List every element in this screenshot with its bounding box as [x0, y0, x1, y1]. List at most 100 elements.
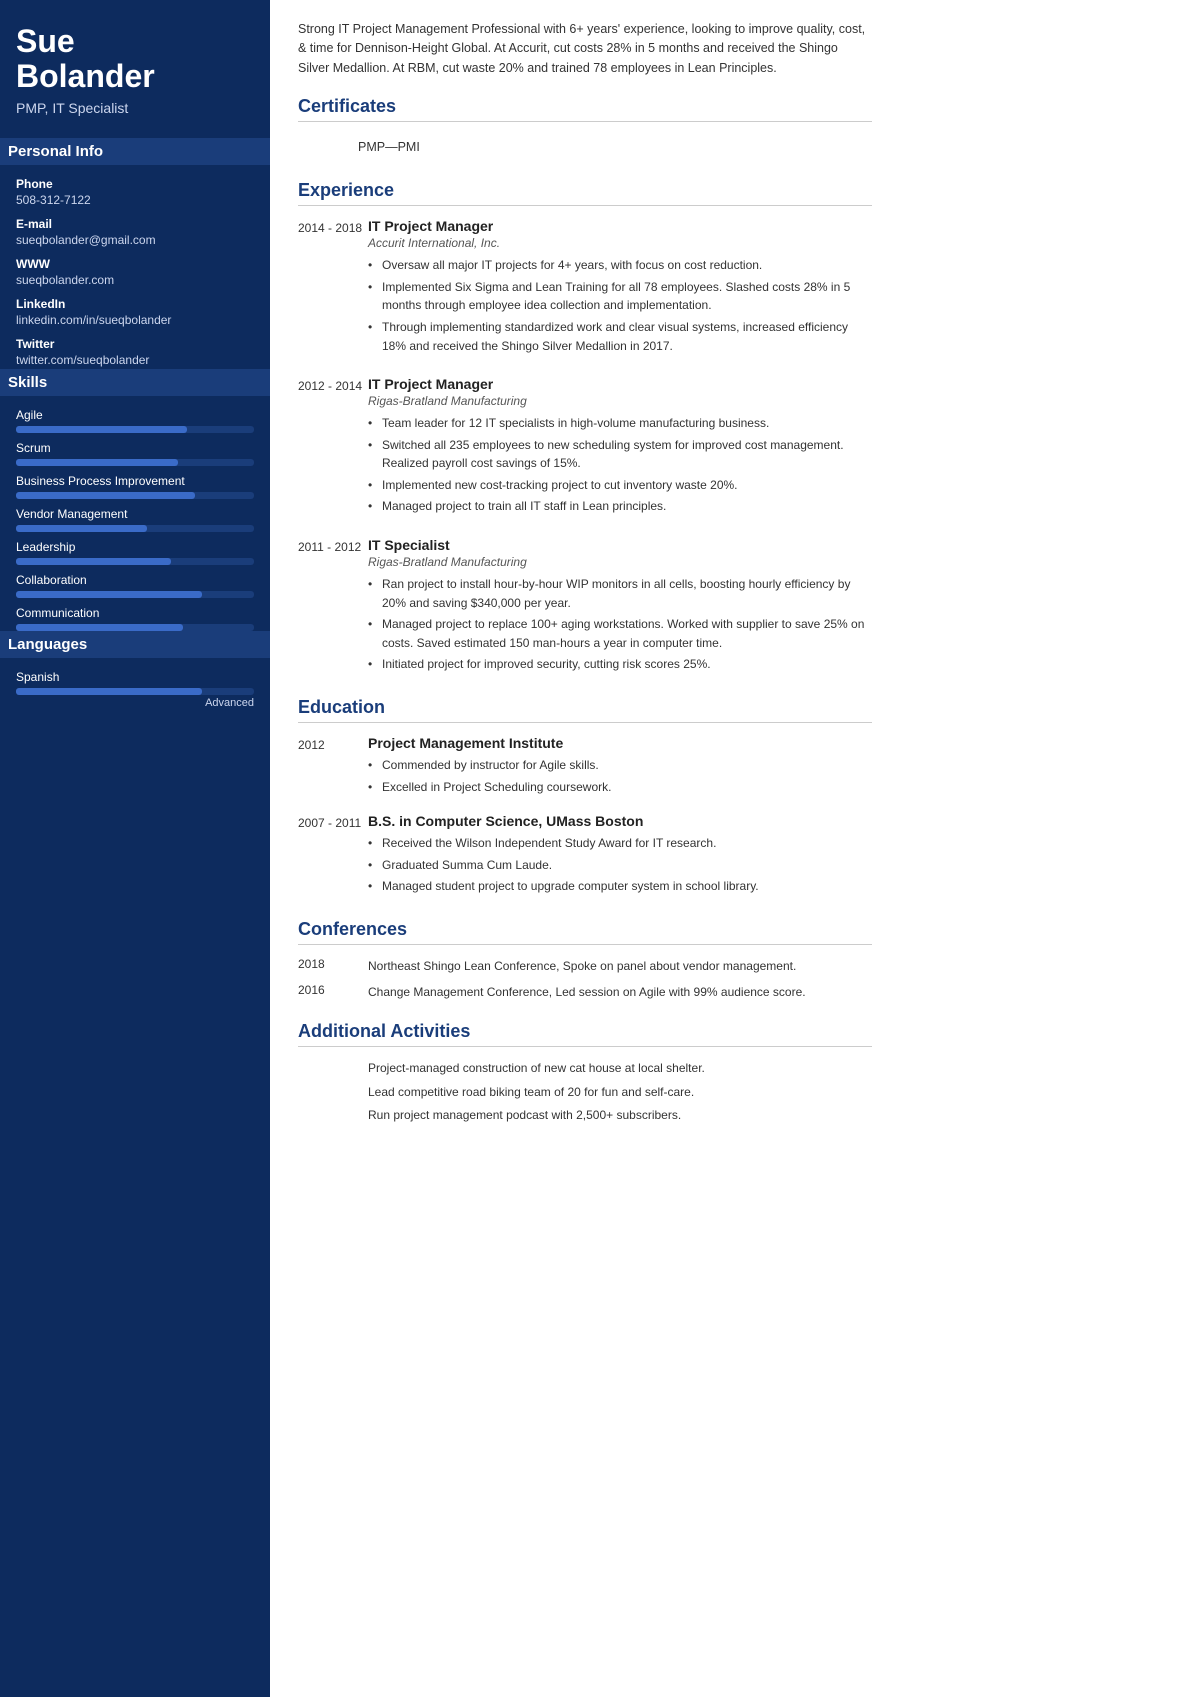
- conferences-section: Conferences 2018 Northeast Shingo Lean C…: [298, 919, 872, 1001]
- sidebar: Sue Bolander PMP, IT Specialist Personal…: [0, 0, 270, 1697]
- skill-item: Business Process Improvement: [16, 474, 254, 499]
- skill-bar-fill: [16, 624, 183, 631]
- skill-bar-bg: [16, 459, 254, 466]
- exp-dates: 2012 - 2014: [298, 376, 368, 519]
- contact-label: WWW: [16, 257, 254, 271]
- first-name: Sue: [16, 23, 75, 59]
- conference-item: 2018 Northeast Shingo Lean Conference, S…: [298, 957, 872, 975]
- education-heading: Education: [298, 697, 872, 723]
- skill-name: Business Process Improvement: [16, 474, 254, 488]
- languages-list: Spanish Advanced: [16, 670, 254, 709]
- exp-detail: IT Project Manager Rigas-Bratland Manufa…: [368, 376, 872, 519]
- skill-item: Scrum: [16, 441, 254, 466]
- skill-item: Agile: [16, 408, 254, 433]
- conf-year: 2018: [298, 957, 368, 975]
- exp-company: Rigas-Bratland Manufacturing: [368, 394, 872, 408]
- edu-bullet: Commended by instructor for Agile skills…: [368, 756, 872, 775]
- edu-date: 2012: [298, 735, 368, 799]
- activity-item: Lead competitive road biking team of 20 …: [368, 1083, 872, 1102]
- exp-bullets: Oversaw all major IT projects for 4+ yea…: [368, 256, 872, 355]
- contact-label: Phone: [16, 177, 254, 191]
- experience-bullet: Implemented Six Sigma and Lean Training …: [368, 278, 872, 315]
- skill-name: Scrum: [16, 441, 254, 455]
- activities-heading: Additional Activities: [298, 1021, 872, 1047]
- experience-bullet: Ran project to install hour-by-hour WIP …: [368, 575, 872, 612]
- skill-bar-bg: [16, 492, 254, 499]
- skill-bar-bg: [16, 624, 254, 631]
- edu-date: 2007 - 2011: [298, 813, 368, 899]
- exp-company: Rigas-Bratland Manufacturing: [368, 555, 872, 569]
- conferences-heading: Conferences: [298, 919, 872, 945]
- edu-bullets: Commended by instructor for Agile skills…: [368, 756, 872, 796]
- education-list: 2012 Project Management Institute Commen…: [298, 735, 872, 899]
- edu-bullet: Excelled in Project Scheduling coursewor…: [368, 778, 872, 797]
- contact-value: linkedin.com/in/sueqbolander: [16, 313, 254, 327]
- conferences-list: 2018 Northeast Shingo Lean Conference, S…: [298, 957, 872, 1001]
- exp-company: Accurit International, Inc.: [368, 236, 872, 250]
- skill-bar-bg: [16, 591, 254, 598]
- conf-text: Change Management Conference, Led sessio…: [368, 983, 872, 1001]
- contact-label: E-mail: [16, 217, 254, 231]
- contact-label: LinkedIn: [16, 297, 254, 311]
- experience-item: 2014 - 2018 IT Project Manager Accurit I…: [298, 218, 872, 358]
- exp-bullets: Ran project to install hour-by-hour WIP …: [368, 575, 872, 674]
- edu-detail: B.S. in Computer Science, UMass Boston R…: [368, 813, 872, 899]
- main-content: Strong IT Project Management Professiona…: [270, 0, 900, 1697]
- contact-item: Twitter twitter.com/sueqbolander: [16, 337, 254, 367]
- summary-text: Strong IT Project Management Professiona…: [298, 20, 872, 78]
- edu-bullets: Received the Wilson Independent Study Aw…: [368, 834, 872, 896]
- activity-item: Project-managed construction of new cat …: [368, 1059, 872, 1078]
- activities-section: Additional Activities Project-managed co…: [298, 1021, 872, 1125]
- edu-bullet: Received the Wilson Independent Study Aw…: [368, 834, 872, 853]
- skill-bar-fill: [16, 591, 202, 598]
- last-name: Bolander: [16, 58, 155, 94]
- exp-detail: IT Specialist Rigas-Bratland Manufacturi…: [368, 537, 872, 677]
- skill-item: Communication: [16, 606, 254, 631]
- skill-bar-fill: [16, 459, 178, 466]
- contact-list: Phone508-312-7122E-mailsueqbolander@gmai…: [16, 177, 254, 367]
- experience-bullet: Team leader for 12 IT specialists in hig…: [368, 414, 872, 433]
- skill-name: Collaboration: [16, 573, 254, 587]
- experience-bullet: Oversaw all major IT projects for 4+ yea…: [368, 256, 872, 275]
- experience-bullet: Through implementing standardized work a…: [368, 318, 872, 355]
- personal-info-heading: Personal Info: [0, 138, 270, 165]
- experience-bullet: Switched all 235 employees to new schedu…: [368, 436, 872, 473]
- conf-year: 2016: [298, 983, 368, 1001]
- skill-bar-fill: [16, 525, 147, 532]
- language-bar-bg: [16, 688, 254, 695]
- experience-section: Experience 2014 - 2018 IT Project Manage…: [298, 180, 872, 677]
- skill-bar-bg: [16, 426, 254, 433]
- contact-value: twitter.com/sueqbolander: [16, 353, 254, 367]
- edu-bullet: Managed student project to upgrade compu…: [368, 877, 872, 896]
- language-item: Spanish Advanced: [16, 670, 254, 709]
- exp-title: IT Specialist: [368, 537, 872, 553]
- exp-dates: 2014 - 2018: [298, 218, 368, 358]
- exp-title: IT Project Manager: [368, 218, 872, 234]
- certificates-list: PMP—PMI: [298, 134, 872, 160]
- certificates-heading: Certificates: [298, 96, 872, 122]
- skill-name: Agile: [16, 408, 254, 422]
- skill-bar-fill: [16, 558, 171, 565]
- resume-container: Sue Bolander PMP, IT Specialist Personal…: [0, 0, 900, 1697]
- skill-bar-fill: [16, 426, 187, 433]
- languages-heading: Languages: [0, 631, 270, 658]
- contact-item: WWWsueqbolander.com: [16, 257, 254, 287]
- skills-list: Agile Scrum Business Process Improvement…: [16, 408, 254, 631]
- candidate-name: Sue Bolander: [16, 24, 254, 94]
- activities-list: Project-managed construction of new cat …: [298, 1059, 872, 1125]
- contact-item: E-mail sueqbolander@gmail.com: [16, 217, 254, 247]
- skill-bar-bg: [16, 558, 254, 565]
- skill-item: Collaboration: [16, 573, 254, 598]
- experience-item: 2012 - 2014 IT Project Manager Rigas-Bra…: [298, 376, 872, 519]
- contact-item: LinkedIn linkedin.com/in/sueqbolander: [16, 297, 254, 327]
- contact-value: sueqbolander@gmail.com: [16, 233, 254, 247]
- exp-dates: 2011 - 2012: [298, 537, 368, 677]
- language-bar-fill: [16, 688, 202, 695]
- certificate-item: PMP—PMI: [298, 134, 872, 160]
- experience-bullet: Managed project to replace 100+ aging wo…: [368, 615, 872, 652]
- experience-bullet: Implemented new cost-tracking project to…: [368, 476, 872, 495]
- contact-label: Twitter: [16, 337, 254, 351]
- experience-heading: Experience: [298, 180, 872, 206]
- skill-name: Communication: [16, 606, 254, 620]
- activity-item: Run project management podcast with 2,50…: [368, 1106, 872, 1125]
